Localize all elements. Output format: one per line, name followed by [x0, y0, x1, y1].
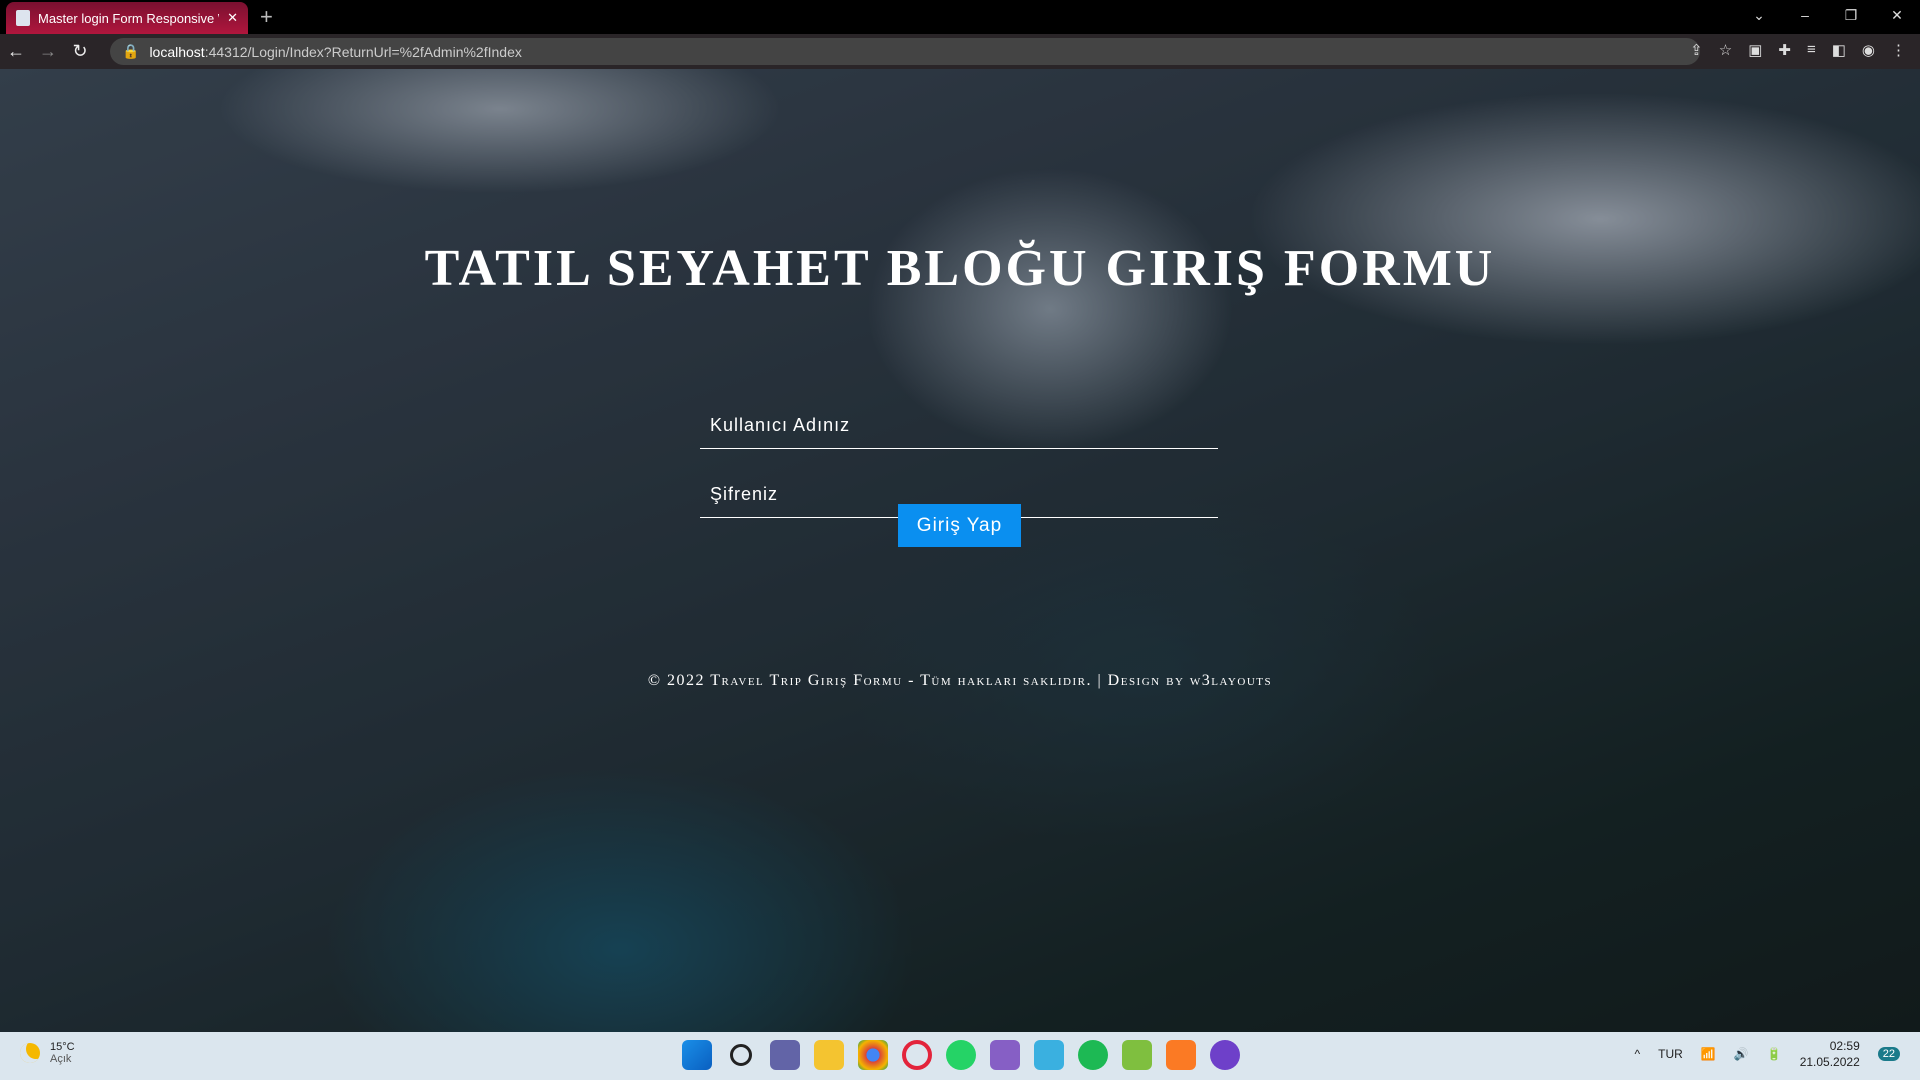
reload-icon[interactable]: ↻ [64, 41, 96, 62]
tab-search-icon[interactable]: ⌄ [1736, 0, 1782, 30]
close-tab-icon[interactable]: ✕ [227, 10, 238, 26]
whatsapp-icon[interactable] [946, 1040, 976, 1070]
moon-icon [20, 1043, 40, 1063]
xampp-icon[interactable] [1166, 1040, 1196, 1070]
tab-bar: Master login Form Responsive W ✕ + ⌄ – ❐… [0, 0, 1920, 34]
notepad-icon[interactable] [1122, 1040, 1152, 1070]
profile-avatar[interactable]: ◉ [1862, 41, 1875, 59]
tab-title: Master login Form Responsive W [38, 10, 220, 26]
browser-tab[interactable]: Master login Form Responsive W ✕ [6, 2, 248, 34]
snipping-tool-icon[interactable] [1034, 1040, 1064, 1070]
url-input[interactable]: 🔒 localhost:44312/Login/Index?ReturnUrl=… [110, 38, 1700, 65]
weather-condition: Açık [50, 1053, 72, 1065]
teams-icon[interactable] [770, 1040, 800, 1070]
file-explorer-icon[interactable] [814, 1040, 844, 1070]
close-window-button[interactable]: ✕ [1874, 0, 1920, 30]
page-title: Tatil Seyahet Bloğu Giriş Formu [424, 240, 1496, 297]
battery-icon[interactable]: 🔋 [1767, 1047, 1782, 1061]
minimize-button[interactable]: – [1782, 0, 1828, 30]
volume-icon[interactable]: 🔊 [1734, 1047, 1749, 1061]
bookmark-star-icon[interactable]: ☆ [1719, 41, 1732, 59]
footer-text: © 2022 Travel Trip Giriş Formu - Tüm hak… [647, 672, 1273, 689]
page-favicon-icon [16, 10, 30, 26]
chrome-icon[interactable] [858, 1040, 888, 1070]
share-icon[interactable]: ⇪ [1690, 41, 1703, 59]
username-input[interactable]: Kullanıcı Adınız [700, 405, 1218, 449]
address-bar-row: ← → ↻ 🔒 localhost:44312/Login/Index?Retu… [0, 34, 1920, 69]
back-icon[interactable]: ← [0, 41, 32, 62]
forward-icon[interactable]: → [32, 41, 64, 62]
login-button[interactable]: Giriş Yap [898, 504, 1021, 547]
temperature: 15°C [50, 1041, 75, 1053]
new-tab-button[interactable]: + [260, 4, 273, 30]
search-icon[interactable] [730, 1044, 752, 1066]
extension-icon[interactable]: ▣ [1748, 41, 1762, 59]
start-icon[interactable] [682, 1040, 712, 1070]
wifi-icon[interactable]: 📶 [1701, 1047, 1716, 1061]
visual-studio-icon[interactable] [990, 1040, 1020, 1070]
spotify-icon[interactable] [1078, 1040, 1108, 1070]
notification-badge[interactable]: 22 [1877, 1047, 1900, 1061]
puzzle-icon[interactable]: ✚ [1778, 41, 1791, 59]
taskbar: 15°C Açık ^ TUR 📶 🔊 🔋 02:59 21.05.2022 22 [0, 1032, 1920, 1080]
time: 02:59 [1829, 1039, 1860, 1053]
clock[interactable]: 02:59 21.05.2022 [1800, 1038, 1860, 1070]
restore-button[interactable]: ❐ [1828, 0, 1874, 30]
language-indicator[interactable]: TUR [1658, 1047, 1683, 1061]
url-host: localhost [149, 43, 205, 60]
url-path: :44312/Login/Index?ReturnUrl=%2fAdmin%2f… [204, 43, 522, 60]
lock-icon: 🔒 [122, 43, 140, 59]
menu-icon[interactable]: ⋮ [1891, 41, 1906, 59]
weather-widget[interactable]: 15°C Açık [20, 1041, 75, 1065]
github-desktop-icon[interactable] [1210, 1040, 1240, 1070]
media-icon[interactable]: ≡ [1807, 41, 1816, 59]
opera-icon[interactable] [902, 1040, 932, 1070]
show-hidden-icons[interactable]: ^ [1635, 1047, 1641, 1061]
date: 21.05.2022 [1799, 1055, 1860, 1069]
login-page: Tatil Seyahet Bloğu Giriş Formu Kullanıc… [0, 69, 1920, 1032]
side-panel-icon[interactable]: ◧ [1832, 41, 1846, 59]
